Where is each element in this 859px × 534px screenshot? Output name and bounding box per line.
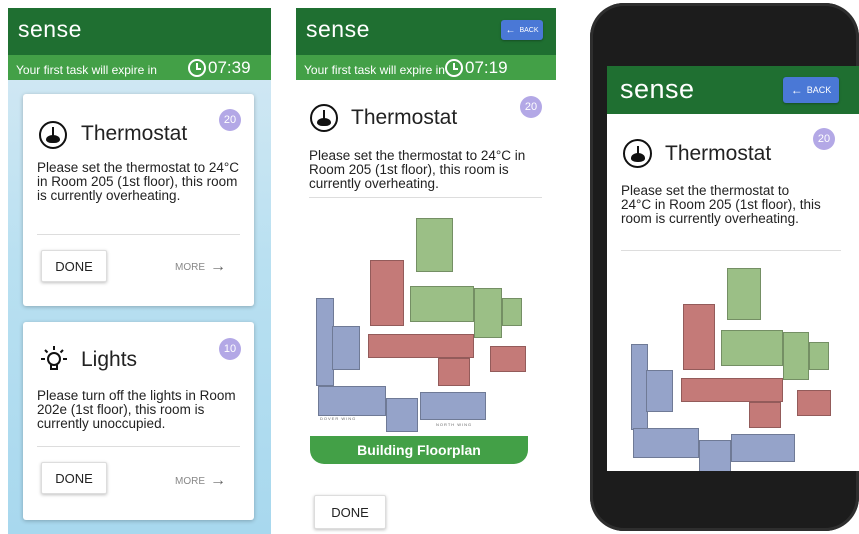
lightbulb-icon [37,344,71,374]
clock-icon [188,59,206,77]
points-badge: 20 [520,96,542,118]
task-title: Thermostat [351,106,458,129]
clock-icon [445,59,463,77]
back-button[interactable]: ← BACK [501,20,543,40]
divider [621,250,841,251]
points-badge: 10 [219,338,241,360]
timer-bar: Your first task will expire in 07:39 [8,55,271,80]
points-badge: 20 [219,109,241,131]
floorplan-caption-bar: Building Floorplan [310,436,528,464]
task-title: Thermostat [81,122,188,145]
more-label: MORE [175,261,205,273]
thermostat-icon [39,121,67,149]
app-bar: sense ← BACK [296,8,556,55]
done-button[interactable]: DONE [41,462,107,494]
more-link[interactable]: MORE → [175,258,226,276]
arrow-right-icon: → [210,472,226,489]
phone-screen: sense ← BACK 20 Thermostat Please set th… [607,66,859,471]
divider [37,234,240,235]
timer-label: Your first task will expire in [16,63,157,77]
task-description: Please set the thermostat to 24°C in Roo… [309,148,526,191]
task-card-lights[interactable]: 10 Lights Please turn off the lights in … [23,322,254,520]
timer-label: Your first task will expire in [304,63,445,77]
done-button[interactable]: DONE [41,250,107,282]
task-description: Please turn off the lights in Room 202e … [37,388,236,431]
more-link[interactable]: MORE → [175,472,226,490]
arrow-left-icon: ← [505,24,516,36]
floorplan-map: DOVER WING NORTH WING [314,216,526,436]
floorplan-label-dover: DOVER WING [320,416,357,421]
brand-logo: sense [18,16,82,42]
brand-logo: sense [620,74,695,104]
timer-value: 07:39 [208,58,251,77]
task-title: Thermostat [665,142,772,165]
divider [309,197,542,198]
app-bar: sense ← BACK [607,66,859,114]
timer-value: 07:19 [465,58,508,77]
floorplan-caption: Building Floorplan [357,442,481,458]
thermostat-icon [310,104,338,132]
task-description: Please set the thermostat to 24°C in Roo… [621,183,821,226]
back-label: BACK [519,26,539,34]
thermostat-icon [623,139,652,168]
task-card-thermostat[interactable]: 20 Thermostat Please set the thermostat … [23,94,254,306]
screen-task-detail: sense ← BACK Your first task will expire… [296,8,556,534]
arrow-left-icon: ← [790,83,803,97]
task-description: Please set the thermostat to 24°C in Roo… [37,160,240,203]
back-label: BACK [806,85,832,95]
arrow-right-icon: → [210,258,226,275]
app-bar: sense [8,8,271,55]
more-label: MORE [175,475,205,487]
back-button[interactable]: ← BACK [783,77,839,103]
timer-bar: Your first task will expire in 07:19 [296,55,556,80]
task-title: Lights [81,348,138,371]
brand-logo: sense [306,16,370,42]
floorplan-map [629,266,834,471]
floorplan-label-north: NORTH WING [436,422,473,427]
done-button[interactable]: DONE [314,495,386,529]
divider [37,446,240,447]
points-badge: 20 [813,128,835,150]
